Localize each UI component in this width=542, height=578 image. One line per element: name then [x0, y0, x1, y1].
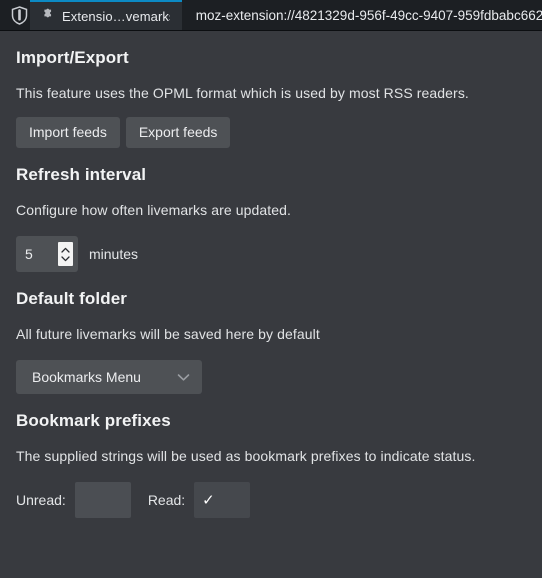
section-desc-default-folder: All future livemarks will be saved here …	[16, 326, 320, 342]
browser-tab-livemarks[interactable]: Extensio…vemarks)	[30, 0, 182, 31]
section-desc-bookmark-prefixes: The supplied strings will be used as boo…	[16, 448, 476, 464]
export-feeds-button[interactable]: Export feeds	[125, 117, 231, 148]
puzzle-piece-icon	[40, 7, 55, 27]
chevron-up-icon[interactable]	[61, 247, 70, 253]
default-folder-selected-value: Bookmarks Menu	[32, 369, 141, 385]
section-desc-import-export: This feature uses the OPML format which …	[16, 85, 469, 101]
bookmark-prefixes-row: Unread: Read:	[16, 464, 526, 518]
refresh-interval-stepper[interactable]: 5	[16, 236, 78, 272]
shield-icon	[11, 6, 28, 25]
section-refresh-interval: Refresh interval Configure how often liv…	[16, 148, 526, 272]
section-title-import-export: Import/Export	[16, 48, 129, 67]
section-desc-refresh-interval: Configure how often livemarks are update…	[16, 202, 292, 218]
chevron-down-icon[interactable]	[61, 255, 70, 262]
import-feeds-button[interactable]: Import feeds	[16, 117, 120, 148]
chrome-divider	[0, 30, 542, 31]
import-export-button-row: Import feeds Export feeds	[16, 101, 526, 148]
browser-chrome: Extensio…vemarks) moz-extension://482132…	[0, 0, 542, 31]
section-title-refresh-interval: Refresh interval	[16, 165, 147, 184]
url-text: moz-extension://4821329d-956f-49cc-9407-…	[195, 8, 542, 23]
refresh-interval-value: 5	[25, 246, 33, 262]
section-import-export: Import/Export This feature uses the OPML…	[16, 31, 526, 148]
read-prefix-label: Read:	[147, 492, 186, 508]
options-page: Import/Export This feature uses the OPML…	[0, 31, 542, 578]
tab-title: Extensio…vemarks)	[62, 9, 170, 24]
default-folder-select[interactable]: Bookmarks Menu	[16, 360, 202, 394]
unread-prefix-input[interactable]	[74, 482, 131, 518]
read-prefix-input[interactable]	[194, 482, 251, 518]
refresh-interval-unit-label: minutes	[89, 246, 139, 262]
refresh-interval-row: 5 minutes	[16, 218, 526, 272]
default-folder-row: Bookmarks Menu	[16, 342, 526, 394]
url-bar[interactable]: moz-extension://4821329d-956f-49cc-9407-…	[182, 0, 542, 31]
section-title-bookmark-prefixes: Bookmark prefixes	[16, 411, 171, 430]
refresh-interval-spinner-buttons[interactable]	[58, 242, 73, 266]
unread-prefix-label: Unread:	[16, 492, 66, 508]
section-title-default-folder: Default folder	[16, 289, 127, 308]
section-bookmark-prefixes: Bookmark prefixes The supplied strings w…	[16, 394, 526, 518]
chevron-down-icon	[177, 373, 190, 382]
section-default-folder: Default folder All future livemarks will…	[16, 272, 526, 394]
tracking-protection-shield-button[interactable]	[0, 0, 30, 31]
